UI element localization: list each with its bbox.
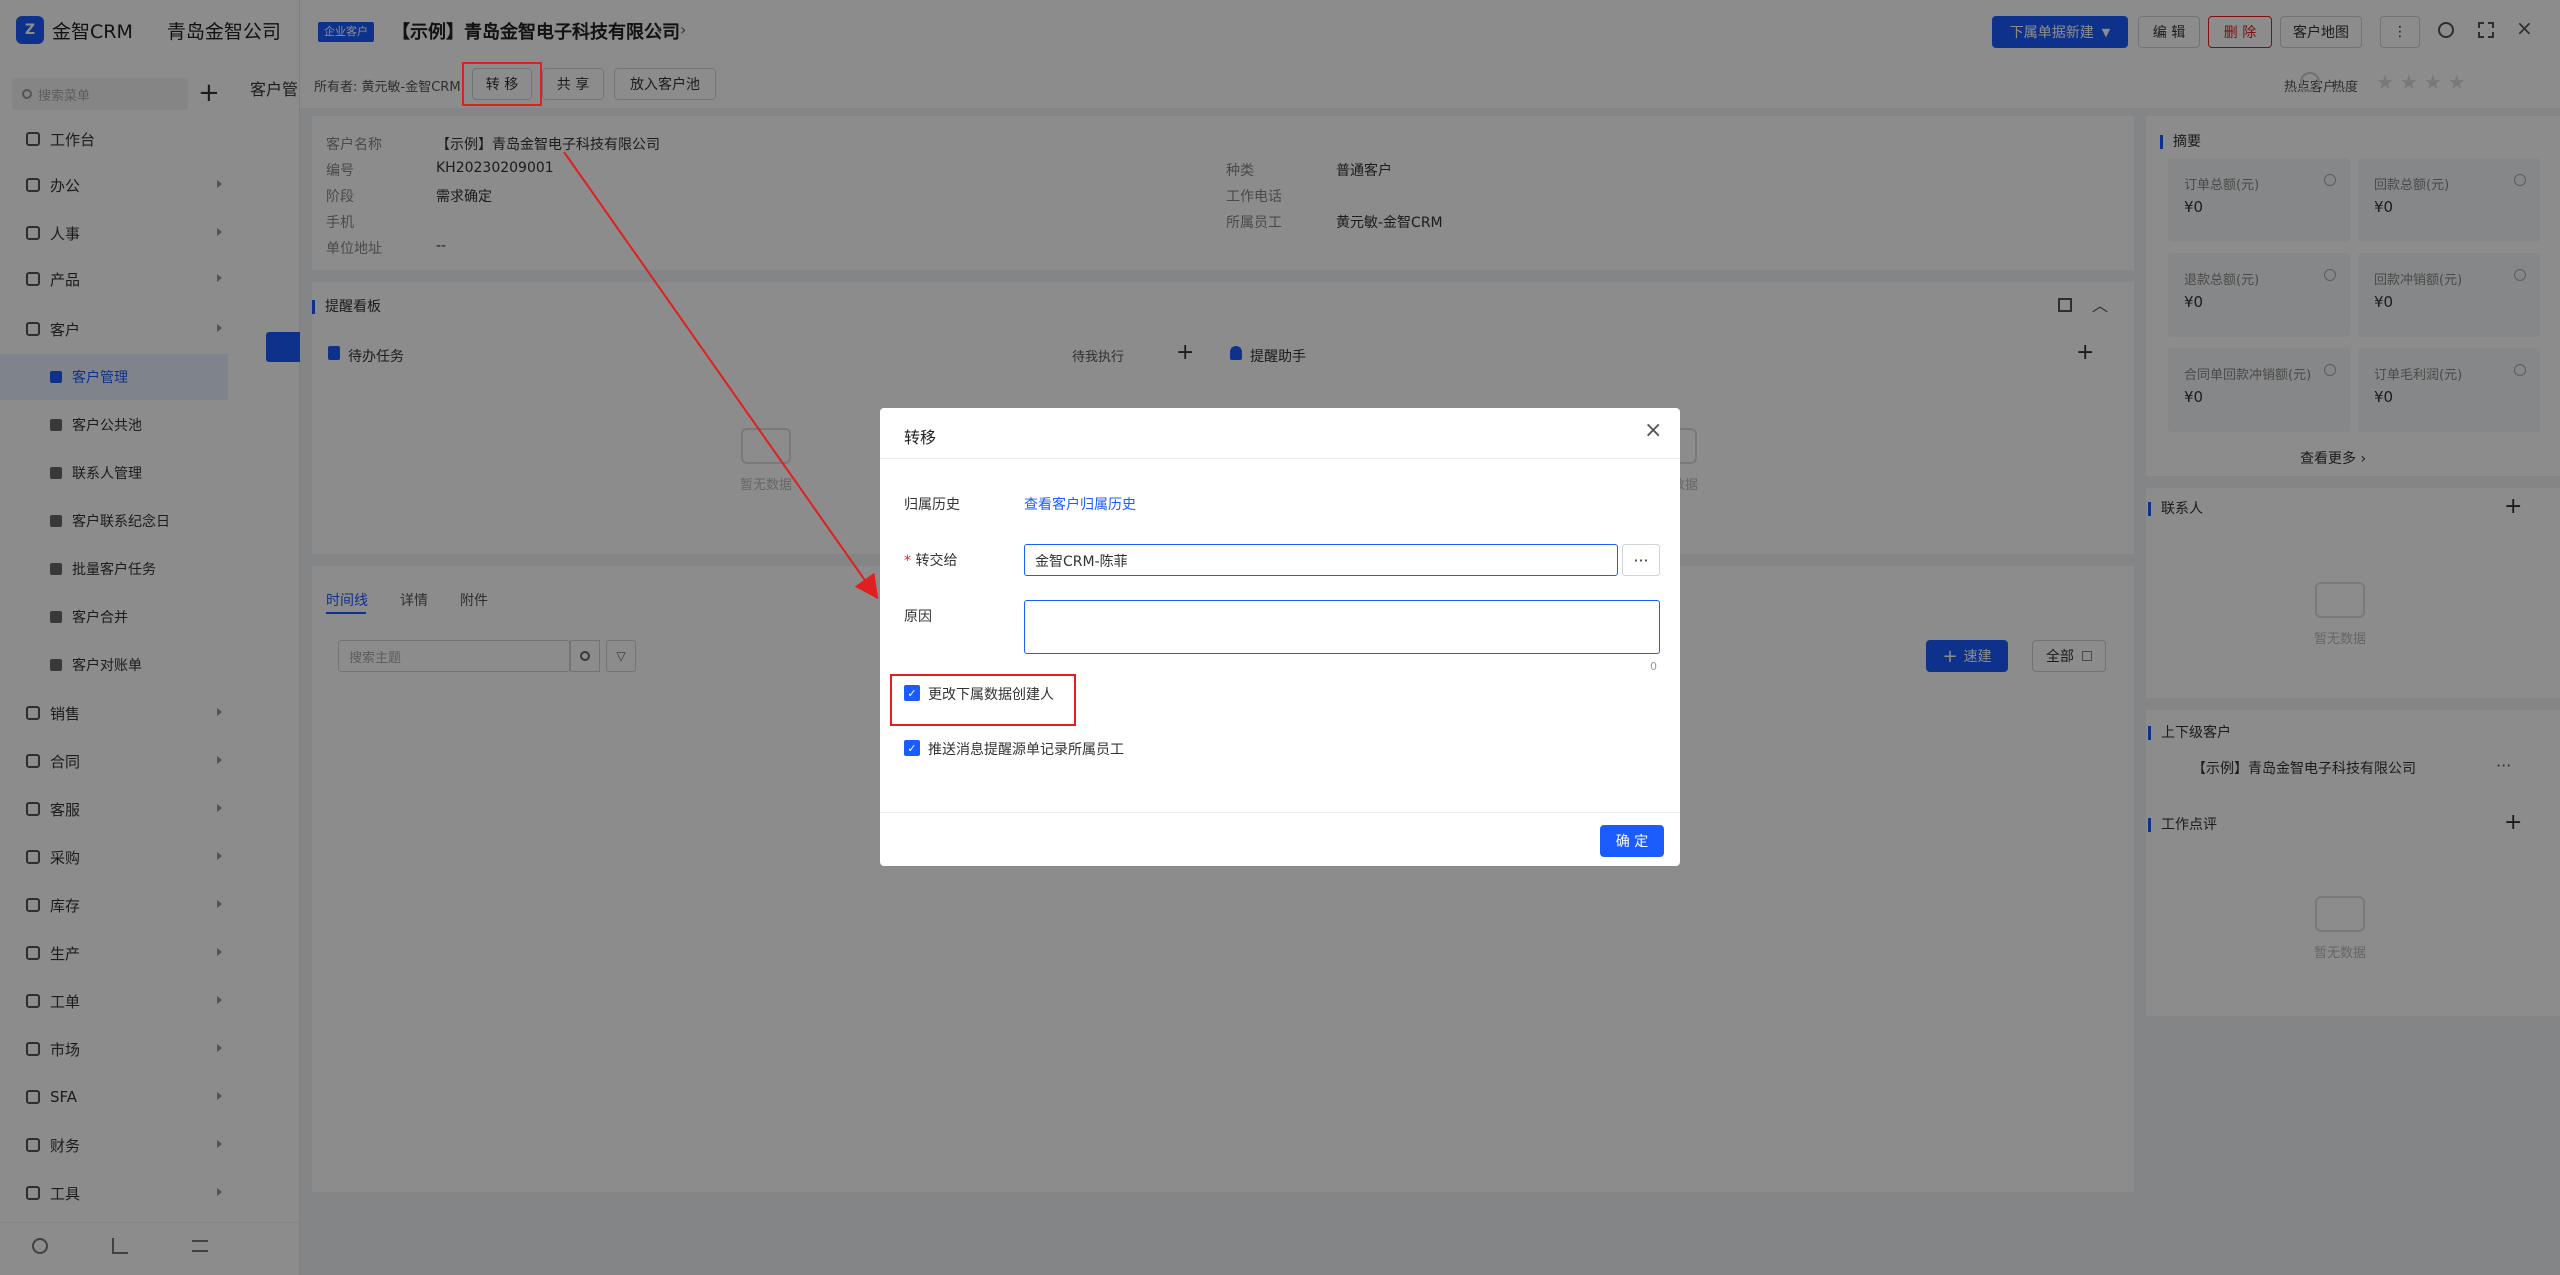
annotation-arrow xyxy=(563,151,879,600)
